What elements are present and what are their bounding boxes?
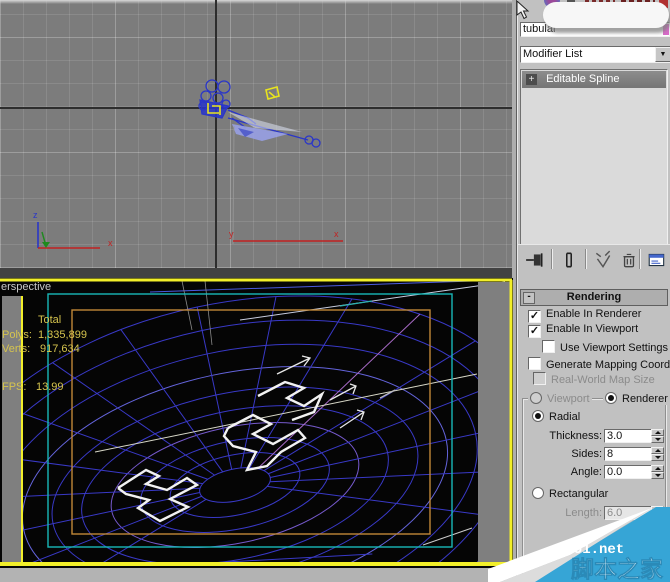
rollout-collapse-icon[interactable]: - <box>523 292 535 304</box>
sides-label: Sides: <box>571 448 602 460</box>
enable-in-viewport-checkbox[interactable]: ✓ Enable In Viewport <box>528 323 639 338</box>
checkbox-empty-icon[interactable] <box>528 357 541 370</box>
angle-field[interactable]: 0.0 <box>604 465 652 479</box>
sides-spinner[interactable] <box>651 447 664 461</box>
renderer-radio[interactable]: Renderer <box>603 392 670 405</box>
generate-mapping-coords-label: Generate Mapping Coords. <box>546 359 670 371</box>
color-swatch-fragment[interactable] <box>663 24 669 35</box>
mouse-cursor <box>516 0 530 20</box>
modifier-stack-row-label: Editable Spline <box>546 73 620 85</box>
radial-radio-label: Radial <box>549 411 581 423</box>
radio-dot-icon[interactable] <box>605 392 617 404</box>
modifier-stack-toolbar <box>517 244 670 275</box>
renderer-radio-label: Renderer <box>622 393 668 405</box>
thickness-spinner[interactable] <box>651 429 664 443</box>
stats-verts-value: 917,634 <box>40 343 80 355</box>
spinner-down-icon[interactable] <box>651 436 664 443</box>
modifier-list-dropdown[interactable]: Modifier List ▼ <box>520 46 670 63</box>
watermark-brand-text: 脚本之家 <box>571 556 663 582</box>
top-viewport-scene: y x z x <box>33 79 343 249</box>
construction-drop-line <box>232 125 235 245</box>
shape-axis-y-label: y <box>229 229 234 239</box>
real-world-map-size-checkbox: Real-World Map Size <box>533 372 655 386</box>
expand-plus-icon[interactable]: + <box>526 74 537 85</box>
enable-in-viewport-label: Enable In Viewport <box>546 323 639 335</box>
configure-modifier-sets-icon[interactable] <box>647 250 667 270</box>
checkbox-empty-icon <box>533 372 546 385</box>
spinner-up-icon[interactable] <box>651 429 664 436</box>
use-viewport-settings-checkbox[interactable]: Use Viewport Settings <box>542 340 669 354</box>
enable-in-renderer-checkbox[interactable]: ✓ Enable In Renderer <box>528 308 642 323</box>
thickness-label: Thickness: <box>549 430 602 442</box>
checkbox-check-icon[interactable]: ✓ <box>528 310 541 323</box>
spinner-up-icon[interactable] <box>651 465 664 472</box>
spinner-down-icon[interactable] <box>651 472 664 479</box>
make-unique-icon[interactable] <box>593 250 613 270</box>
real-world-map-size-label: Real-World Map Size <box>551 374 655 386</box>
enable-in-renderer-label: Enable In Renderer <box>546 308 642 320</box>
show-end-result-icon[interactable] <box>559 250 579 270</box>
tripod-z-label: z <box>33 210 38 220</box>
remove-modifier-icon[interactable] <box>619 250 639 270</box>
rendering-rollout-title: Rendering <box>566 291 622 303</box>
stats-polys-value: 1,335,899 <box>38 329 87 341</box>
watermark: jb51.net 脚本之家 <box>488 507 670 582</box>
viewport-axis-tripod: z x <box>33 210 113 249</box>
modifier-stack-list[interactable]: + Editable Spline <box>520 69 668 245</box>
radio-dot-icon[interactable] <box>532 410 544 422</box>
use-viewport-settings-label: Use Viewport Settings <box>560 342 669 354</box>
modifier-list-label: Modifier List <box>523 48 583 60</box>
checkbox-empty-icon[interactable] <box>542 340 555 353</box>
chevron-down-icon[interactable]: ▼ <box>655 47 670 62</box>
shape-axis-x-label: x <box>334 229 339 239</box>
modifier-stack-row-editable-spline[interactable]: + Editable Spline <box>522 71 666 88</box>
toolbar-divider <box>639 249 641 269</box>
tripod-x-label: x <box>108 238 113 248</box>
stats-fps-label: FPS: <box>2 381 27 393</box>
spinner-up-icon[interactable] <box>651 447 664 454</box>
spinner-down-icon[interactable] <box>651 454 664 461</box>
stats-fps-value: 13.99 <box>36 381 64 393</box>
angle-label: Angle: <box>570 466 602 478</box>
toolbar-divider <box>585 249 587 269</box>
rendering-rollout-header[interactable]: - Rendering <box>520 289 668 306</box>
3dsmax-application-window: y x z x erspective Total Polys: 1,335,89… <box>0 0 670 582</box>
checkbox-check-icon[interactable]: ✓ <box>528 325 541 338</box>
tooltip-blob <box>543 2 669 28</box>
bottom-app-strip <box>0 568 512 582</box>
generate-mapping-coords-checkbox[interactable]: Generate Mapping Coords. <box>528 357 670 371</box>
viewport-radio: Viewport <box>528 392 592 405</box>
viewport-label[interactable]: erspective <box>1 281 51 293</box>
stats-verts-label: Verts: <box>2 343 31 355</box>
radial-radio[interactable]: Radial <box>530 410 583 423</box>
viewport-radio-label: Viewport <box>547 393 590 405</box>
stats-total-label: Total <box>38 314 62 326</box>
stats-polys-label: Polys: <box>2 329 32 341</box>
thickness-field[interactable]: 3.0 <box>604 429 652 443</box>
sides-field[interactable]: 8 <box>604 447 652 461</box>
perspective-viewport[interactable]: erspective Total Polys: 1,335,899 Verts:… <box>0 278 513 568</box>
pin-stack-icon[interactable] <box>525 250 545 270</box>
radio-circle-icon <box>530 392 542 404</box>
toolbar-divider <box>551 249 553 269</box>
top-orthographic-viewport[interactable]: y x z x <box>0 0 512 268</box>
shape-local-axis: y x <box>229 229 343 242</box>
angle-spinner[interactable] <box>651 465 664 479</box>
perspective-scene <box>0 278 513 568</box>
